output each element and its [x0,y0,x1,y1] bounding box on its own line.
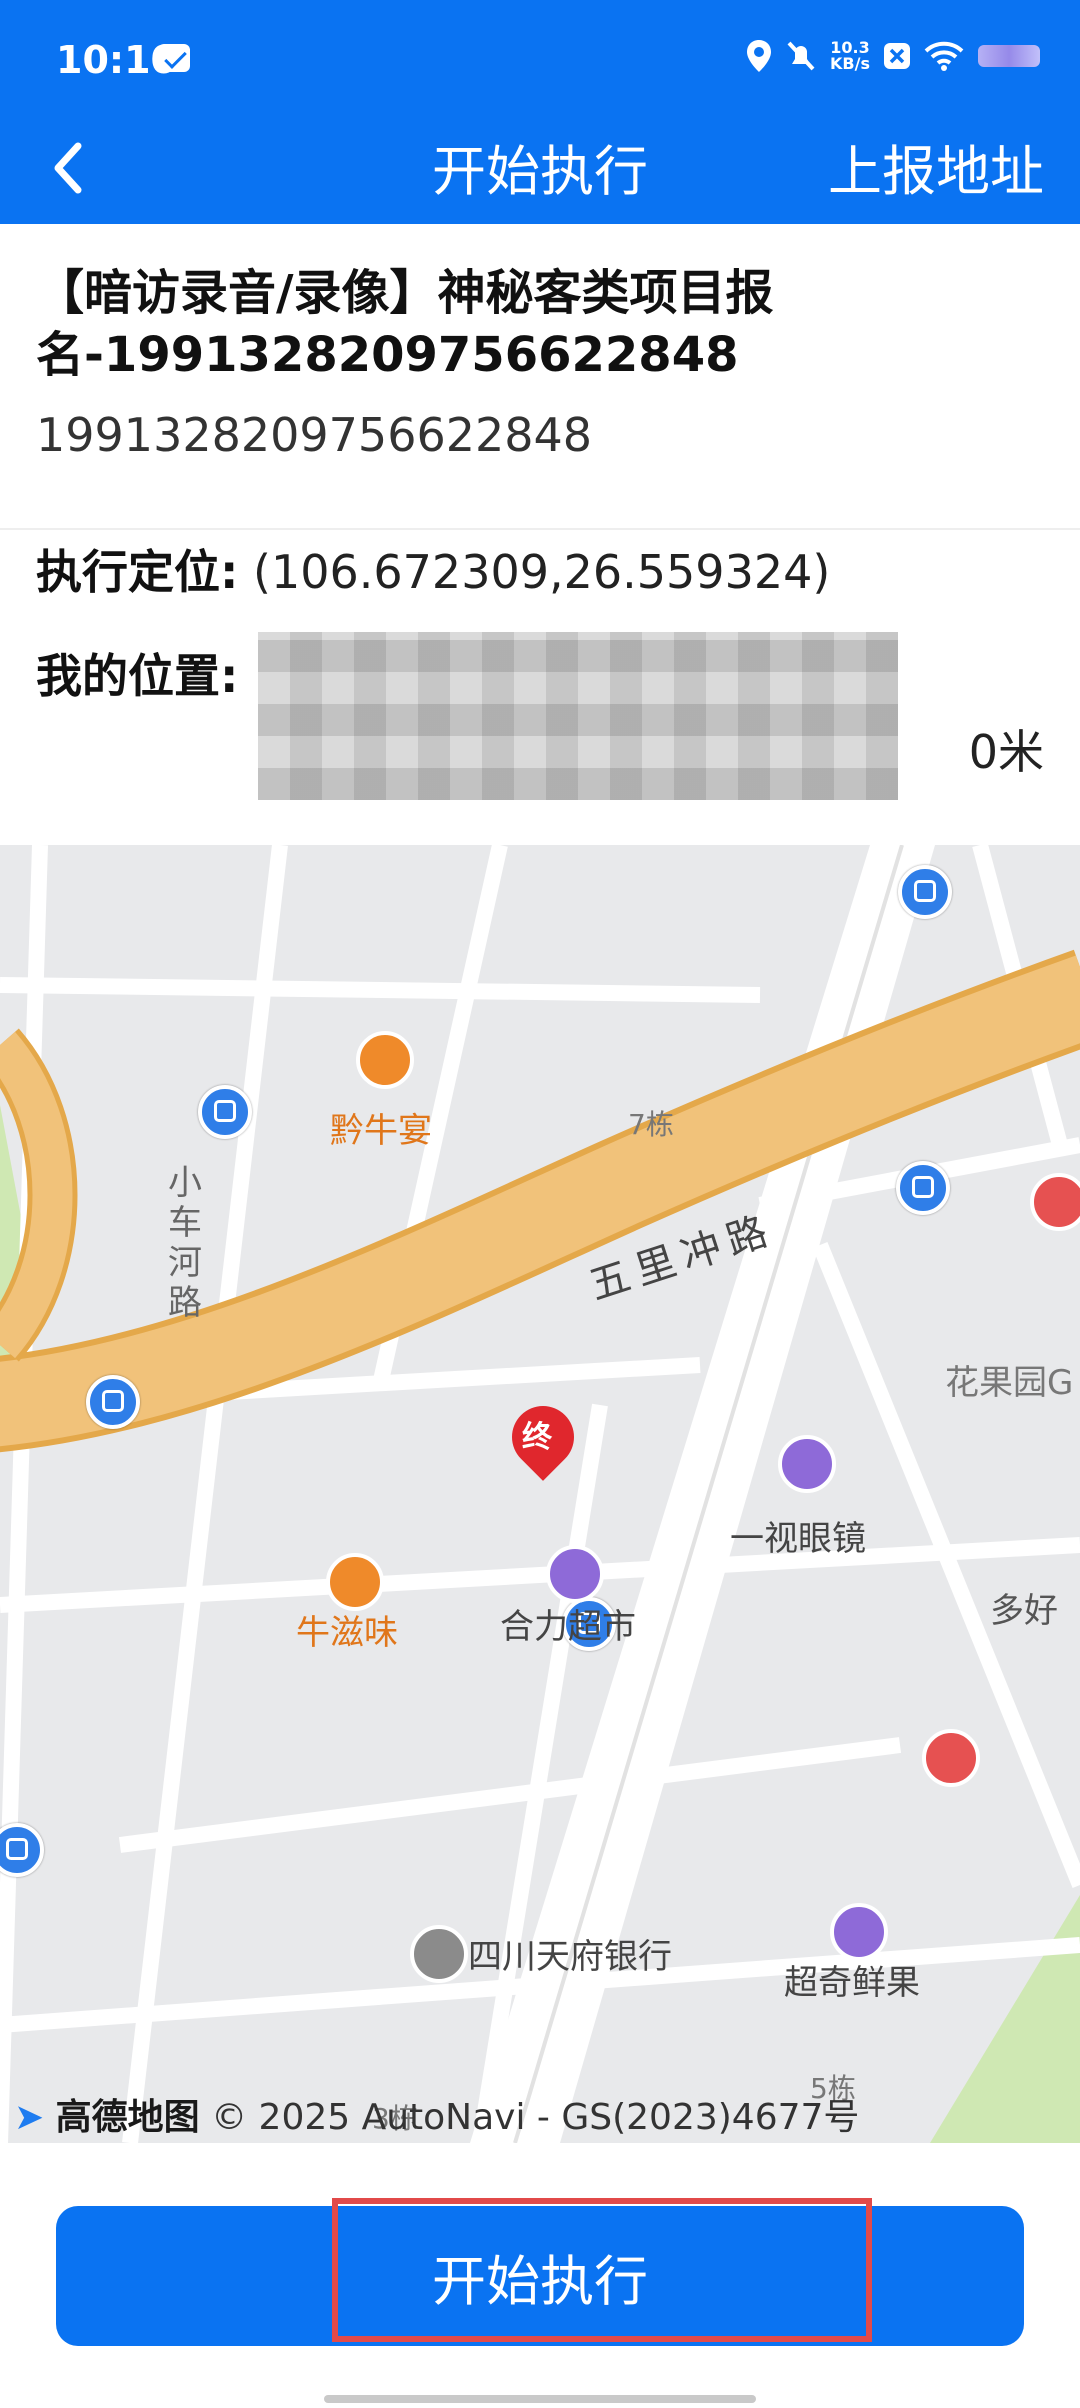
bus-stop-icon[interactable] [86,1375,140,1429]
home-indicator[interactable] [324,2395,756,2403]
destination-marker-label: 终 [522,1420,552,1455]
bus-stop-icon[interactable] [896,1161,950,1215]
restaurant-icon[interactable] [326,1553,384,1611]
location-icon [747,40,772,72]
net-speed: 10.3 KB/s [830,40,870,72]
bus-stop-icon[interactable] [198,1085,252,1139]
navigation-arrow-icon: ➤ [14,2097,45,2138]
battery-icon [978,45,1040,67]
title-bar: 开始执行 上报地址 [0,120,1080,224]
poi-niu-zi-wei[interactable]: 牛滋味 [296,1605,398,1654]
map-attribution: ➤ 高德地图 © 2025 AutoNavi - GS(2023)4677号 [14,2088,859,2140]
start-execution-button[interactable]: 开始执行 [56,2206,1024,2346]
net-speed-unit: KB/s [830,54,870,73]
poi-duo-hao[interactable]: 多好 [990,1583,1058,1632]
poi-yi-shi-yan-jing[interactable]: 一视眼镜 [730,1511,866,1560]
bank-icon[interactable] [410,1925,468,1983]
divider [0,528,1080,530]
report-address-button[interactable]: 上报地址 [828,130,1044,214]
my-location-redacted [258,632,898,800]
status-bar: 10:10 10.3 KB/s [0,0,1080,120]
app-header: 10:10 10.3 KB/s 开始执行 上报地址 [0,0,1080,224]
status-icons: 10.3 KB/s [746,40,1040,72]
distance-value: 0米 [968,725,1044,779]
poi-he-li-chao-shi[interactable]: 合力超市 [500,1599,636,1648]
close-box-icon [884,43,910,69]
task-id: 1991328209756622848 [36,408,593,462]
my-location-label: 我的位置: [36,649,239,703]
fuel-icon[interactable] [1030,1173,1080,1231]
fruit-shop-icon[interactable] [830,1903,888,1961]
amap-logo: 高德地图 [55,2097,200,2138]
restaurant-icon[interactable] [356,1031,414,1089]
bus-stop-icon[interactable] [898,865,952,919]
poi-sichuan-bank[interactable]: 四川天府银行 [468,1929,672,1978]
fuel-icon[interactable] [922,1729,980,1787]
execution-location-label: 执行定位: [36,545,239,599]
task-title: 【暗访录音/录像】神秘客类项目报名-1991328209756622848 [36,265,774,383]
road-xiao-che-he-lu: 小车河路 [168,1163,202,1323]
mute-icon [787,41,815,71]
poi-qian-niu-yan[interactable]: 黔牛宴 [330,1103,432,1152]
glasses-shop-icon[interactable] [778,1435,836,1493]
attribution-text: © 2025 AutoNavi - GS(2023)4677号 [211,2097,860,2138]
wifi-icon [924,41,964,71]
shopping-cart-icon[interactable] [546,1545,604,1603]
mail-icon [158,44,190,72]
execution-location-value: (106.672309,26.559324) [253,545,831,599]
map-view[interactable]: 黔牛宴 7栋 小车河路 五里冲路 花果园G 一视眼镜 多好 牛滋味 合力超市 四… [0,845,1080,2143]
execution-location-row: 执行定位: (106.672309,26.559324) [36,536,830,602]
poi-hua-guo-yuan[interactable]: 花果园G [945,1355,1073,1404]
poi-chao-qi-xian-guo[interactable]: 超奇鲜果 [784,1955,920,2004]
poi-building-7: 7栋 [628,1108,674,1141]
